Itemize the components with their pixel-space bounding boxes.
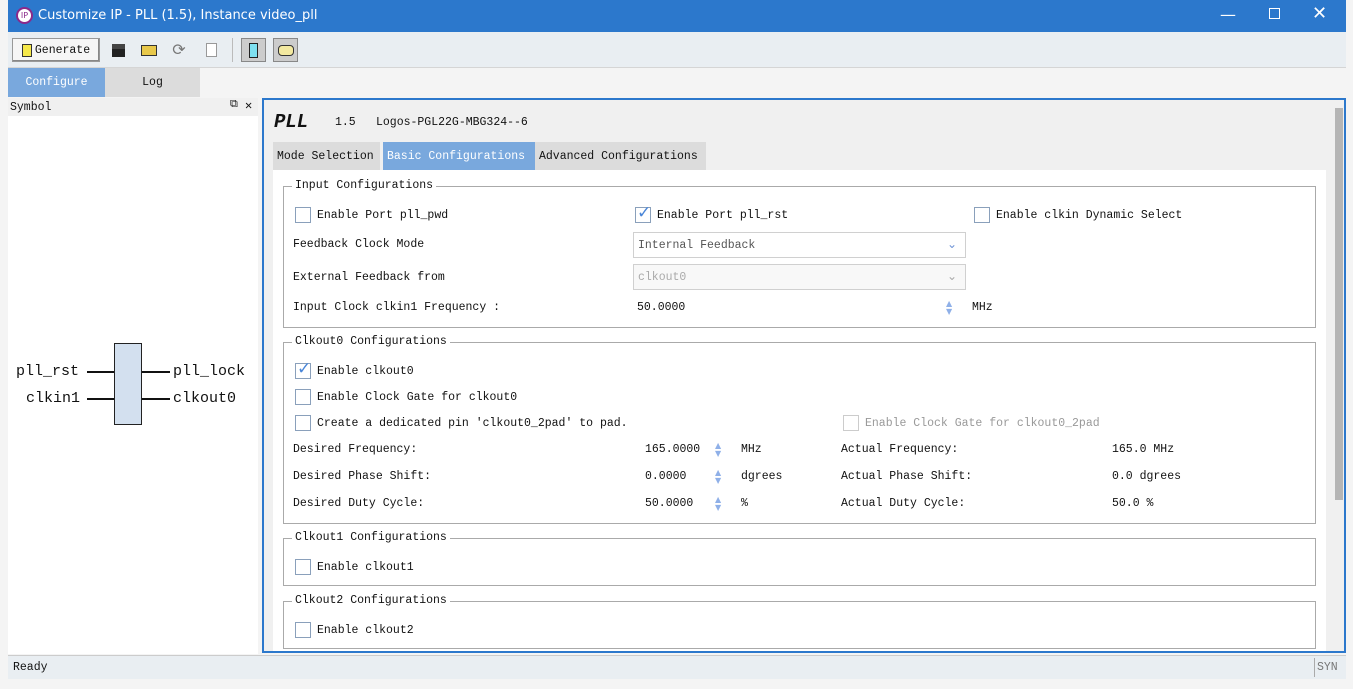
pll-pwd-checkbox[interactable] bbox=[295, 207, 311, 223]
scrollbar-thumb[interactable] bbox=[1335, 108, 1343, 500]
save-icon[interactable] bbox=[111, 38, 125, 62]
toolbar: Generate ⟳ bbox=[8, 32, 1346, 68]
desired-phase-field[interactable]: 0.0000 bbox=[645, 470, 686, 483]
enable-clkout0-checkbox[interactable]: ✓ bbox=[295, 359, 311, 379]
symbol-view-icon[interactable] bbox=[241, 38, 266, 62]
symbol-panel: Symbol ⧉ ✕ pll_rst clkin1 pll_lock clkou… bbox=[8, 98, 258, 654]
chevron-down-icon: ⌄ bbox=[946, 237, 957, 251]
clkout2-configurations-group: Clkout2 Configurations bbox=[283, 594, 1316, 649]
clkout0-configurations-group: Clkout0 Configurations bbox=[283, 335, 1316, 524]
pll-symbol-block bbox=[114, 343, 142, 425]
clock-gate-clkout0-checkbox[interactable] bbox=[295, 389, 311, 405]
input-arrow bbox=[87, 371, 114, 373]
desired-frequency-field[interactable]: 165.0000 bbox=[645, 443, 700, 456]
input-arrow bbox=[87, 398, 114, 400]
output-arrow bbox=[142, 371, 170, 373]
spinner-icon[interactable]: ▲ ▼ bbox=[946, 300, 952, 316]
external-feedback-select[interactable]: clkout0 ⌄ bbox=[633, 264, 966, 290]
maximize-button[interactable] bbox=[1269, 8, 1280, 19]
tab-mode-selection[interactable]: Mode Selection bbox=[273, 142, 380, 170]
ip-device: Logos-PGL22G-MBG324--6 bbox=[376, 116, 528, 129]
input-frequency-field[interactable]: 50.0000 bbox=[637, 301, 685, 314]
ip-name: PLL bbox=[274, 111, 309, 133]
symbol-output-label: pll_lock bbox=[173, 363, 246, 380]
clock-gate-2pad-checkbox[interactable] bbox=[843, 415, 859, 431]
spinner-icon[interactable]: ▲ ▼ bbox=[715, 469, 721, 485]
pll-rst-checkbox[interactable]: ✓ bbox=[635, 203, 651, 223]
document-icon[interactable] bbox=[204, 38, 218, 62]
float-panel-icon[interactable]: ⧉ bbox=[230, 99, 238, 111]
tab-log[interactable]: Log bbox=[105, 68, 200, 97]
enable-clkout1-checkbox[interactable] bbox=[295, 559, 311, 575]
tab-configure[interactable]: Configure bbox=[8, 68, 105, 97]
spinner-icon[interactable]: ▲ ▼ bbox=[715, 442, 721, 458]
spinner-icon[interactable]: ▲ ▼ bbox=[715, 496, 721, 512]
title-bar: IP Customize IP - PLL (1.5), Instance vi… bbox=[8, 0, 1346, 32]
desired-duty-field[interactable]: 50.0000 bbox=[645, 497, 693, 510]
tab-basic-configurations[interactable]: Basic Configurations bbox=[383, 142, 535, 170]
checkmark-icon: ✓ bbox=[297, 359, 312, 379]
window-title: Customize IP - PLL (1.5), Instance video… bbox=[38, 8, 318, 23]
app-logo: IP bbox=[16, 7, 33, 24]
status-bar: Ready SYN bbox=[8, 655, 1346, 679]
clkin-dynamic-select-checkbox[interactable] bbox=[974, 207, 990, 223]
symbol-output-label: clkout0 bbox=[173, 390, 237, 407]
close-panel-icon[interactable]: ✕ bbox=[245, 98, 252, 113]
dedicated-pin-checkbox[interactable] bbox=[295, 415, 311, 431]
toolbar-separator bbox=[232, 38, 233, 62]
refresh-icon[interactable]: ⟳ bbox=[170, 38, 188, 62]
symbol-input-label: pll_rst bbox=[16, 363, 80, 380]
close-button[interactable]: ✕ bbox=[1312, 3, 1327, 24]
feedback-clock-mode-select[interactable]: Internal Feedback ⌄ bbox=[633, 232, 966, 258]
generate-icon bbox=[21, 43, 32, 57]
status-mode: SYN bbox=[1314, 658, 1340, 677]
checkmark-icon: ✓ bbox=[637, 203, 652, 223]
ip-version: 1.5 bbox=[335, 116, 356, 129]
status-text: Ready bbox=[13, 661, 48, 674]
tab-advanced-configurations[interactable]: Advanced Configurations bbox=[535, 142, 706, 170]
comment-icon[interactable] bbox=[273, 38, 298, 62]
symbol-input-label: clkin1 bbox=[26, 390, 81, 407]
generate-button[interactable]: Generate bbox=[12, 38, 100, 62]
symbol-panel-title: Symbol bbox=[10, 101, 52, 114]
output-arrow bbox=[142, 398, 170, 400]
open-folder-icon[interactable] bbox=[140, 38, 158, 62]
chevron-down-icon: ⌄ bbox=[946, 269, 957, 283]
enable-clkout2-checkbox[interactable] bbox=[295, 622, 311, 638]
minimize-button[interactable]: — bbox=[1220, 5, 1236, 24]
scrollbar[interactable] bbox=[1334, 100, 1344, 651]
clkout1-configurations-group: Clkout1 Configurations bbox=[283, 531, 1316, 586]
